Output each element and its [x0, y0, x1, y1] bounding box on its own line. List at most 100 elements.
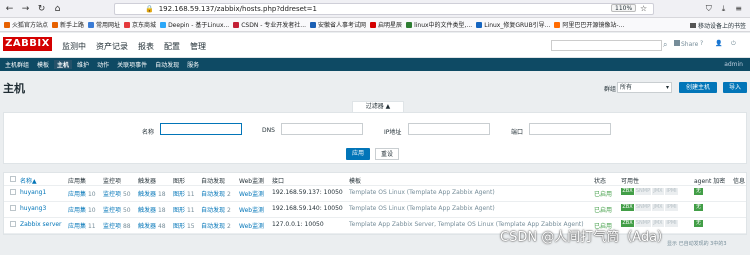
import-button[interactable]: 导入 [723, 82, 747, 93]
discovery-link[interactable]: 自动发现 [201, 191, 225, 198]
favicon-icon [4, 21, 10, 28]
subnav-item[interactable]: 主机 [54, 60, 73, 69]
bookmark-item[interactable]: 火狐官方站点 [4, 20, 48, 29]
reload-icon[interactable]: ↻ [35, 2, 48, 15]
logout-icon[interactable]: ⏻ [731, 40, 736, 48]
templates-cell[interactable]: Template OS Linux (Template App Zabbix A… [349, 205, 495, 212]
graphs-link[interactable]: 图形 [173, 191, 185, 198]
url-bar[interactable]: 🔒 192.168.59.137/zabbix/hosts.php?ddrese… [114, 3, 654, 15]
discovery-link[interactable]: 自动发现 [201, 223, 225, 230]
forward-icon[interactable]: → [19, 2, 32, 15]
triggers-link[interactable]: 触发器 [138, 191, 156, 198]
help-link[interactable]: ? [700, 40, 703, 47]
bookmark-item[interactable]: Deepin - 基于Linux... [160, 20, 229, 29]
subnav-item[interactable]: 关联项事件 [114, 60, 150, 69]
username: admin [724, 61, 743, 68]
download-icon[interactable]: ⤓ [722, 4, 726, 14]
status-link[interactable]: 已启用 [594, 189, 612, 198]
triggers-link[interactable]: 触发器 [138, 223, 156, 230]
host-name-link[interactable]: Zabbix server [20, 221, 62, 228]
menu-inventory[interactable]: 资产记录 [96, 41, 128, 52]
port-field[interactable] [529, 123, 611, 135]
discovery-cell: 自动发现 2 [201, 189, 231, 198]
subnav-item[interactable]: 维护 [74, 60, 92, 69]
items-link[interactable]: 监控项 [103, 207, 121, 214]
web-link[interactable]: Web监测 [239, 189, 264, 198]
apps-count: 11 [87, 223, 96, 230]
browser-right-icons: ⛉ ⤓ ≡ [706, 4, 742, 14]
row-checkbox[interactable] [10, 205, 16, 211]
bookmark-item[interactable]: Linux_修复GRUB引导... [476, 20, 550, 29]
bookmark-item[interactable]: 阿里巴巴开源镜像站-... [554, 20, 624, 29]
graphs-link[interactable]: 图形 [173, 207, 185, 214]
apps-link[interactable]: 应用集 [68, 191, 86, 198]
share-icon [674, 40, 680, 46]
items-link[interactable]: 监控项 [103, 191, 121, 198]
bookmark-item[interactable]: CSDN - 专业开发者社... [233, 20, 306, 29]
subnav-item[interactable]: 动作 [94, 60, 112, 69]
row-checkbox[interactable] [10, 189, 16, 195]
discovery-link[interactable]: 自动发现 [201, 207, 225, 214]
bookmark-item[interactable]: 京东商城 [124, 20, 156, 29]
shield-icon[interactable]: ⛉ [706, 4, 712, 14]
favicon-icon [160, 21, 167, 28]
filter-tab[interactable]: 过滤器 ▲ [352, 101, 404, 112]
menu-administration[interactable]: 管理 [190, 41, 206, 52]
mobile-bookmarks[interactable]: 移动设备上的书签 [689, 21, 746, 30]
apply-button[interactable]: 应用 [346, 148, 370, 160]
bookmark-item[interactable]: 新手上路 [52, 20, 84, 29]
zoom-badge[interactable]: 110% [611, 4, 637, 12]
subnav-item[interactable]: 服务 [184, 60, 202, 69]
graphs-link[interactable]: 图形 [173, 223, 185, 230]
url-text: 192.168.59.137/zabbix/hosts.php?ddreset=… [158, 5, 317, 13]
share-link[interactable]: Share [674, 40, 698, 48]
triggers-cell: 触发器 18 [138, 189, 166, 198]
dns-field[interactable] [281, 123, 363, 135]
back-icon[interactable]: ← [3, 2, 16, 15]
apps-link[interactable]: 应用集 [68, 223, 86, 230]
subnav-item[interactable]: 自动发现 [152, 60, 182, 69]
menu-monitoring[interactable]: 监测中 [62, 41, 86, 52]
search-icon[interactable]: ⌕ [663, 40, 667, 50]
graphs-count: 11 [186, 191, 195, 198]
bookmark-item[interactable]: 安徽省人事考试网 [310, 20, 366, 29]
availability-jmx-badge: JMX [652, 204, 664, 211]
bookmark-item[interactable]: linux中的文件类型,... [406, 20, 472, 29]
mobile-bookmarks-label: 移动设备上的书签 [697, 23, 746, 30]
bookmark-label: 阿里巴巴开源镜像站-... [562, 22, 625, 29]
favicon-icon [88, 21, 95, 28]
zabbix-header: ZABBIX 监测中 资产记录 报表 配置 管理 ⌕ Share ? 👤 ⏻ [0, 33, 750, 58]
select-all-checkbox[interactable] [10, 176, 16, 182]
group-select[interactable]: 所有 ▾ [617, 82, 672, 93]
items-link[interactable]: 监控项 [103, 223, 121, 230]
name-field[interactable] [160, 123, 242, 135]
triggers-link[interactable]: 触发器 [138, 207, 156, 214]
web-link[interactable]: Web监测 [239, 205, 264, 214]
web-link[interactable]: Web监测 [239, 221, 264, 230]
host-name-link[interactable]: huyang3 [20, 205, 46, 212]
row-checkbox[interactable] [10, 221, 16, 227]
templates-cell[interactable]: Template OS Linux (Template App Zabbix A… [349, 189, 495, 196]
user-icon[interactable]: 👤 [715, 40, 722, 47]
menu-icon[interactable]: ≡ [735, 4, 742, 14]
bookmarks-bar: 火狐官方站点 新手上路 常用网址 京东商城 Deepin - 基于Linux... CSD… [0, 18, 750, 32]
bookmark-star-icon[interactable]: ☆ [640, 4, 647, 13]
subnav-item[interactable]: 模板 [34, 60, 52, 69]
page-title: 主机 [3, 82, 25, 95]
host-name-link[interactable]: huyang1 [20, 189, 46, 196]
search-input[interactable] [551, 40, 662, 51]
bookmark-item[interactable]: 常用网址 [88, 20, 120, 29]
availability-zbx-badge: ZBX [621, 188, 634, 195]
col-name[interactable]: 名称▲ [20, 176, 37, 185]
reset-button[interactable]: 重设 [375, 148, 399, 160]
create-host-button[interactable]: 创建主机 [679, 82, 717, 93]
apps-link[interactable]: 应用集 [68, 207, 86, 214]
ip-field[interactable] [408, 123, 490, 135]
bookmark-item[interactable]: 启明星辰 [370, 20, 402, 29]
status-link[interactable]: 已启用 [594, 205, 612, 214]
zabbix-logo[interactable]: ZABBIX [3, 37, 52, 51]
subnav-item[interactable]: 主机群组 [2, 60, 32, 69]
menu-reports[interactable]: 报表 [138, 41, 154, 52]
home-icon[interactable]: ⌂ [51, 2, 64, 15]
menu-configuration[interactable]: 配置 [164, 41, 180, 52]
